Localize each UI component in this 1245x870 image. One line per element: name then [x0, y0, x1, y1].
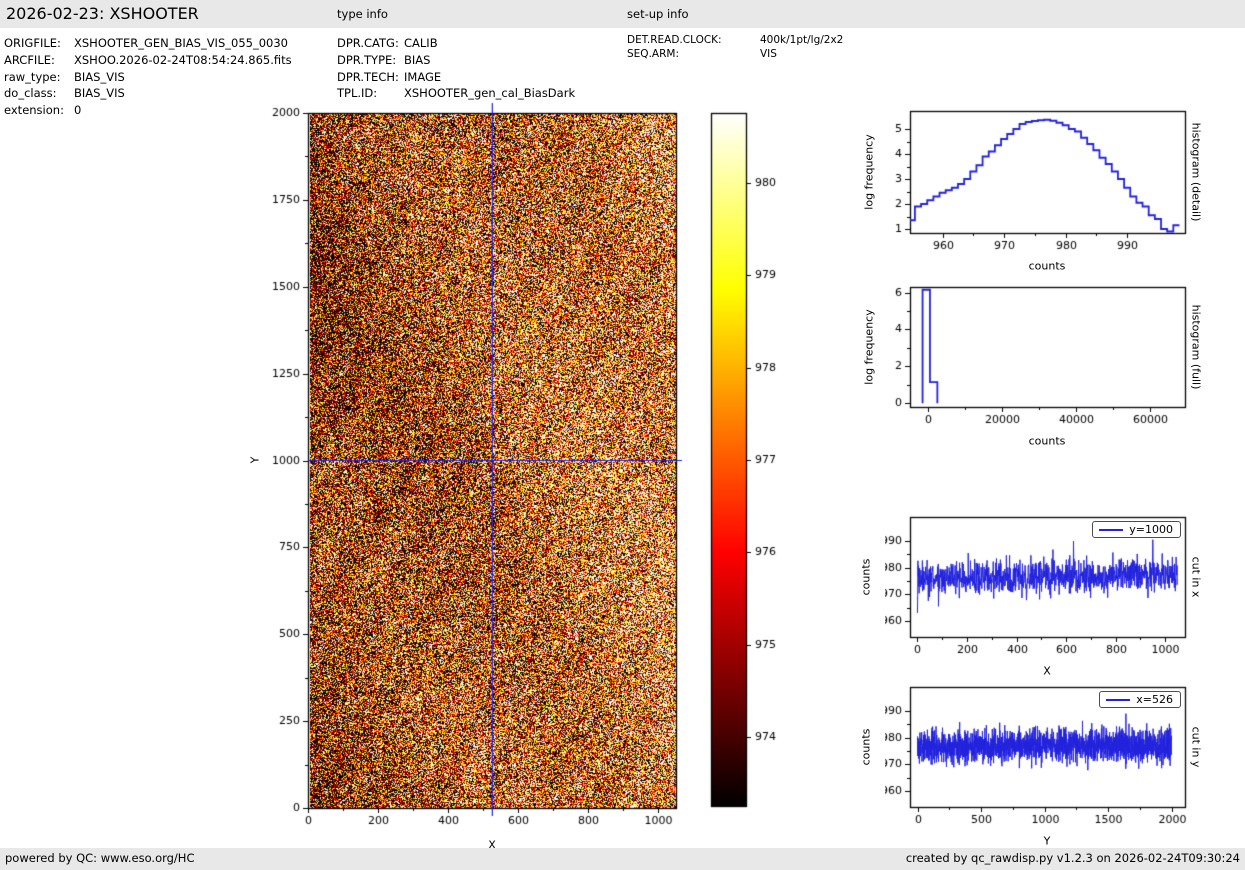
field-value: CALIB	[404, 36, 438, 50]
cut-x-legend: y=1000	[1092, 521, 1181, 538]
main-y-axis-label: Y	[248, 456, 262, 464]
cut-x-y-axis-label: counts	[859, 558, 873, 596]
hist-detail-x-axis-label: counts	[1028, 259, 1066, 273]
field-label: raw_type:	[4, 69, 61, 84]
cut-y-legend: x=526	[1099, 691, 1181, 708]
field-label: ORIGFILE:	[4, 36, 61, 50]
hist-full-side-label: histogram (full)	[1189, 304, 1203, 390]
field-value: 400k/1pt/lg/2x2	[760, 34, 844, 46]
file-info-row: ORIGFILE: XSHOOTER_GEN_BIAS_VIS_055_0030	[4, 35, 292, 52]
file-info-block: ORIGFILE: XSHOOTER_GEN_BIAS_VIS_055_0030 …	[4, 35, 292, 119]
histogram-full-canvas	[885, 276, 1195, 426]
type-info-row: DPR.TECH: IMAGE	[337, 69, 575, 86]
bias-frame-heatmap-canvas	[265, 95, 790, 840]
file-info-row: raw_type: BIAS_VIS	[4, 69, 292, 86]
field-value: XSHOOTER_GEN_BIAS_VIS_055_0030	[74, 36, 288, 50]
legend-line-sample	[1106, 698, 1131, 701]
page-title: 2026-02-23: XSHOOTER	[6, 4, 199, 23]
field-label: DPR.TECH:	[337, 69, 399, 84]
qc-report-page: 2026-02-23: XSHOOTER type info set-up in…	[0, 0, 1245, 870]
field-value: 0	[74, 103, 82, 118]
field-label: ARCFILE:	[4, 52, 55, 67]
field-label: DPR.CATG:	[337, 36, 399, 50]
field-label: do_class:	[4, 86, 57, 101]
footer-right-text: created by qc_rawdisp.py v1.2.3 on 2026-…	[905, 851, 1240, 865]
file-info-row: extension: 0	[4, 102, 292, 119]
field-value: IMAGE	[404, 69, 442, 84]
type-info-row: DPR.TYPE: BIAS	[337, 52, 575, 69]
legend-label: y=1000	[1129, 523, 1173, 536]
field-value: BIAS_VIS	[74, 69, 125, 84]
footer-left-text: powered by QC: www.eso.org/HC	[5, 851, 195, 865]
cut-x-side-label: cut in x	[1189, 556, 1203, 598]
setup-info-row: SEQ.ARM: VIS	[627, 48, 843, 62]
field-label: DET.READ.CLOCK:	[627, 34, 722, 46]
field-value: BIAS	[404, 52, 431, 67]
setup-info-row: DET.READ.CLOCK: 400k/1pt/lg/2x2	[627, 34, 843, 48]
cut-y-x-axis-label: Y	[1043, 834, 1051, 848]
hist-detail-side-label: histogram (detail)	[1189, 122, 1203, 222]
histogram-detail-canvas	[885, 100, 1195, 250]
legend-label: x=526	[1136, 693, 1173, 706]
setup-info-block: DET.READ.CLOCK: 400k/1pt/lg/2x2 SEQ.ARM: V…	[627, 34, 843, 61]
hist-full-y-axis-label: log frequency	[862, 309, 876, 385]
field-value: XSHOO.2026-02-24T08:54:24.865.fits	[74, 52, 292, 67]
field-label: extension:	[4, 103, 64, 118]
footer-band: powered by QC: www.eso.org/HC created by…	[0, 848, 1245, 870]
field-label: SEQ.ARM:	[627, 47, 679, 60]
field-value: VIS	[760, 47, 777, 60]
type-info-row: DPR.CATG: CALIB	[337, 35, 575, 52]
setup-info-heading: set-up info	[627, 7, 689, 21]
file-info-row: ARCFILE: XSHOO.2026-02-24T08:54:24.865.fi…	[4, 52, 292, 69]
type-info-heading: type info	[337, 7, 388, 21]
field-label: DPR.TYPE:	[337, 52, 397, 67]
file-info-row: do_class: BIAS_VIS	[4, 85, 292, 102]
field-value: BIAS_VIS	[74, 86, 125, 101]
type-info-block: DPR.CATG: CALIB DPR.TYPE: BIAS DPR.TECH: IM…	[337, 35, 575, 102]
cut-y-y-axis-label: counts	[859, 728, 873, 766]
legend-line-sample	[1099, 528, 1124, 531]
cut-y-side-label: cut in y	[1189, 726, 1203, 768]
cut-x-x-axis-label: X	[1043, 664, 1051, 678]
hist-detail-y-axis-label: log frequency	[862, 134, 876, 210]
hist-full-x-axis-label: counts	[1028, 434, 1066, 448]
